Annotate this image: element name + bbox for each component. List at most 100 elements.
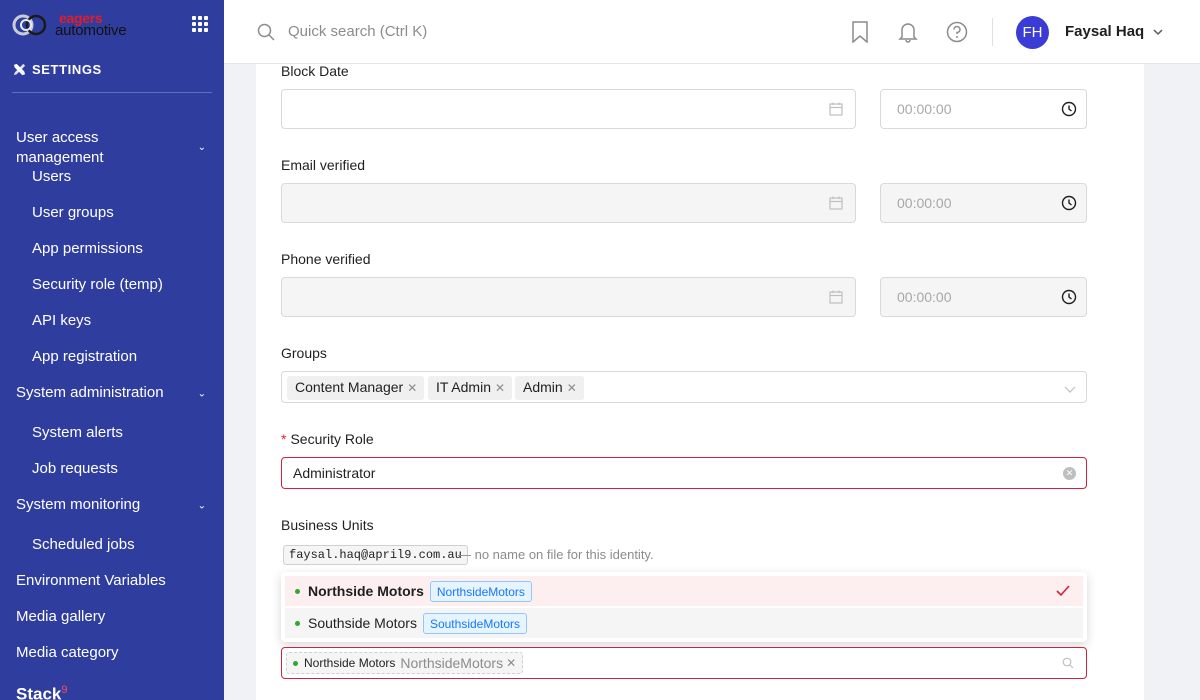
sidebar-item-label: API keys (32, 312, 92, 329)
email-verified-time-value: 00:00:00 (897, 195, 952, 211)
user-name[interactable]: Faysal Haq (1065, 23, 1144, 40)
chevron-down-icon (1064, 386, 1076, 393)
sidebar-item-system-administration[interactable]: System administration ⌄ (0, 384, 224, 404)
bookmark-icon[interactable] (850, 21, 870, 43)
group-tag-label: Content Manager (295, 379, 404, 395)
option-southside-motors[interactable]: Southside Motors SouthsideMotors (285, 608, 1083, 638)
phone-verified-time-picker: 00:00:00 (880, 277, 1087, 317)
clear-icon[interactable]: ✕ (1063, 467, 1076, 480)
sidebar-item-media-gallery[interactable]: Media gallery (0, 608, 224, 625)
chevron-down-icon: ⌄ (197, 500, 206, 512)
group-tag-it-admin: IT Admin ✕ (428, 376, 513, 400)
security-role-label-text: Security Role (290, 431, 374, 447)
remove-tag-icon[interactable]: ✕ (567, 381, 577, 395)
sidebar-item-users[interactable]: Users (0, 168, 224, 185)
sidebar-item-label: Security role (temp) (32, 276, 163, 293)
security-role-label: * Security Role (281, 431, 374, 447)
chevron-down-icon: ⌄ (197, 142, 206, 153)
header-divider (992, 18, 993, 46)
logo-rings-icon (12, 14, 47, 36)
sidebar-item-system-alerts[interactable]: System alerts (0, 424, 224, 441)
identity-note: — no name on file for this identity. (458, 547, 654, 562)
sidebar-item-system-monitoring[interactable]: System monitoring ⌄ (0, 496, 224, 516)
clock-icon (1061, 101, 1077, 117)
sidebar-item-stack[interactable]: Stack9 (0, 684, 224, 700)
option-code-badge: SouthsideMotors (422, 612, 527, 634)
identity-email-chip: faysal.haq@april9.com.au (283, 545, 468, 565)
check-icon (1056, 585, 1070, 597)
group-tag-label: Admin (523, 379, 563, 395)
sidebar-item-label: User groups (32, 204, 114, 221)
clock-icon (1061, 195, 1077, 211)
sidebar-item-media-category[interactable]: Media category (0, 644, 224, 661)
brand-logo[interactable]: eagers automotive (12, 10, 140, 39)
clock-icon (1061, 289, 1077, 305)
bell-icon[interactable] (898, 21, 918, 43)
search-icon (1062, 657, 1074, 669)
sidebar-item-user-groups[interactable]: User groups (0, 204, 224, 221)
sidebar-item-app-registration[interactable]: App registration (0, 348, 224, 365)
avatar[interactable]: FH (1016, 16, 1049, 49)
business-units-multiselect[interactable]: Northside Motors NorthsideMotors ✕ (281, 647, 1087, 679)
block-date-label: Block Date (281, 63, 349, 79)
remove-tag-icon[interactable]: ✕ (407, 381, 417, 395)
sidebar-item-scheduled-jobs[interactable]: Scheduled jobs (0, 536, 224, 553)
sidebar-item-job-requests[interactable]: Job requests (0, 460, 224, 477)
chevron-down-icon[interactable] (1152, 26, 1164, 38)
remove-tag-icon[interactable]: ✕ (506, 656, 516, 670)
help-icon[interactable] (946, 21, 968, 43)
sidebar: eagers automotive SETTINGS User access m… (0, 0, 224, 700)
groups-label: Groups (281, 345, 327, 361)
sidebar-item-label: Stack (16, 684, 62, 700)
sidebar-item-api-keys[interactable]: API keys (0, 312, 224, 329)
sidebar-item-label: Users (32, 168, 72, 185)
security-role-select[interactable]: Administrator ✕ (281, 457, 1087, 489)
option-name: Northside Motors (308, 583, 424, 599)
sidebar-item-label: Media category (16, 644, 119, 661)
group-tag-content-manager: Content Manager ✕ (287, 376, 425, 400)
block-time-picker[interactable]: 00:00:00 (880, 89, 1087, 129)
business-unit-tag-name: Northside Motors (304, 656, 396, 670)
phone-verified-time-value: 00:00:00 (897, 289, 952, 305)
business-unit-tag: Northside Motors NorthsideMotors ✕ (286, 652, 524, 674)
sidebar-item-label: System administration (16, 384, 164, 401)
settings-section-header: SETTINGS (12, 62, 102, 77)
business-unit-tag-code: NorthsideMotors (400, 655, 504, 671)
sidebar-item-label: System alerts (32, 424, 123, 441)
search-icon (257, 23, 275, 41)
sidebar-item-label: Job requests (32, 460, 118, 477)
calendar-icon (829, 196, 843, 210)
sidebar-item-app-permissions[interactable]: App permissions (0, 240, 224, 257)
phone-verified-date-picker (281, 277, 856, 317)
option-northside-motors[interactable]: Northside Motors NorthsideMotors (285, 576, 1083, 606)
email-verified-date-picker (281, 183, 856, 223)
email-verified-label: Email verified (281, 157, 366, 173)
sidebar-item-label: App permissions (32, 240, 143, 257)
block-date-picker[interactable] (281, 89, 856, 129)
status-dot (293, 660, 298, 666)
quick-search-input[interactable]: Quick search (Ctrl K) (288, 23, 427, 40)
business-units-label: Business Units (281, 517, 374, 533)
calendar-icon (829, 102, 843, 116)
apps-grid-icon[interactable] (192, 16, 208, 32)
calendar-icon (829, 290, 843, 304)
block-time-value: 00:00:00 (897, 101, 952, 117)
email-verified-time-picker: 00:00:00 (880, 183, 1087, 223)
group-tag-admin: Admin ✕ (515, 376, 584, 400)
sidebar-item-label: App registration (32, 348, 138, 365)
status-dot (295, 588, 300, 594)
sidebar-divider (12, 92, 212, 93)
brand-line-2: automotive (55, 22, 127, 39)
option-name: Southside Motors (308, 615, 417, 631)
sidebar-item-environment-variables[interactable]: Environment Variables (0, 572, 224, 589)
top-header: Quick search (Ctrl K) FH Faysal Haq (224, 0, 1200, 64)
group-tag-label: IT Admin (436, 379, 491, 395)
sidebar-item-security-role[interactable]: Security role (temp) (0, 276, 224, 293)
remove-tag-icon[interactable]: ✕ (495, 381, 505, 395)
security-role-value: Administrator (293, 465, 376, 481)
sidebar-item-label: User access management (16, 129, 104, 166)
settings-title: SETTINGS (32, 62, 102, 77)
groups-multiselect[interactable]: Content Manager ✕ IT Admin ✕ Admin ✕ (281, 371, 1087, 403)
sidebar-item-label: Scheduled jobs (32, 536, 135, 553)
status-dot (295, 620, 300, 626)
